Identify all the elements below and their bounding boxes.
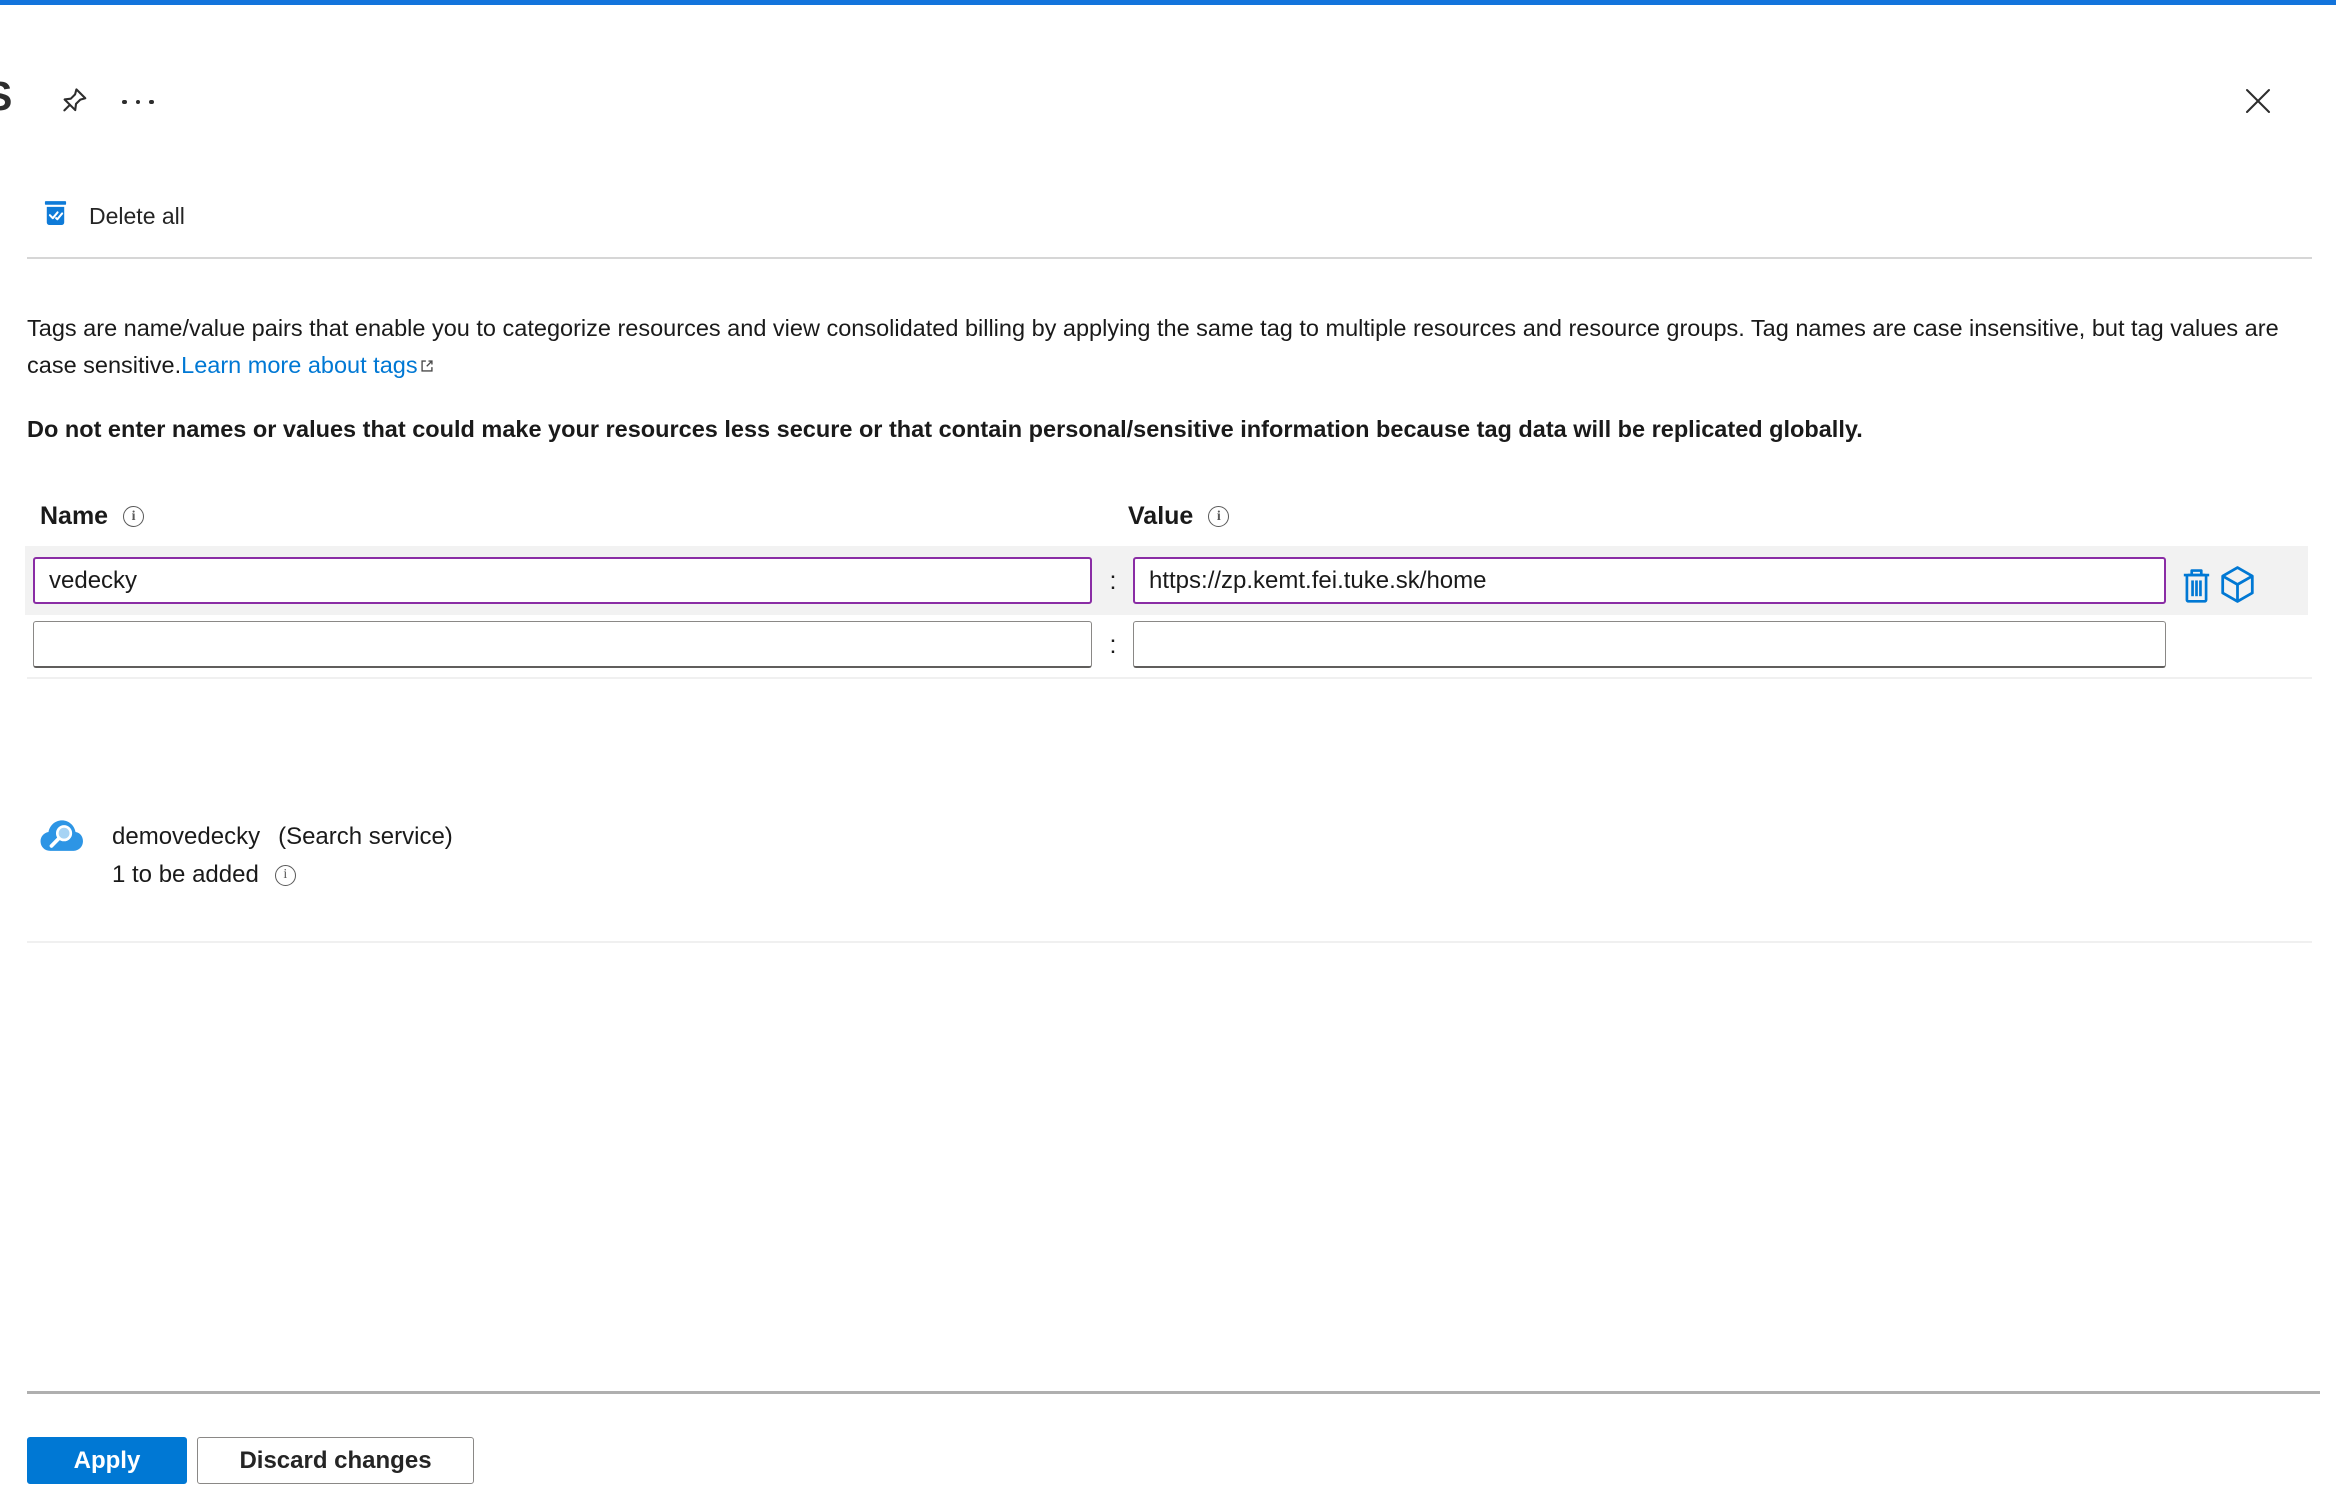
name-info-icon[interactable] [123,506,145,527]
discard-changes-button[interactable]: Discard changes [197,1437,474,1484]
close-button[interactable] [2236,80,2280,124]
resource-name: demovedecky [112,823,261,850]
tag-name-input[interactable] [33,557,1092,604]
delete-all-icon [44,199,67,233]
new-tag-name-input[interactable] [33,621,1092,668]
footer-divider [27,1391,2320,1394]
resource-divider [27,941,2312,943]
top-accent-bar [0,0,2336,5]
resource-item: demovedecky (Search service) [112,823,453,851]
new-tag-value-input[interactable] [1133,621,2166,668]
trash-icon [2181,569,2212,609]
key-value-separator: : [1109,567,1117,595]
resource-status: 1 to be added [112,861,259,888]
pin-button[interactable] [53,82,93,126]
close-icon [2243,86,2273,119]
external-link-icon [419,348,435,385]
pane-title-fragment: S [0,73,12,119]
delete-all-button[interactable]: Delete all [44,199,185,233]
key-value-separator: : [1109,631,1117,659]
more-icon [122,99,154,105]
status-info-icon[interactable] [274,864,296,886]
toolbar-divider [27,257,2312,259]
cube-icon [2219,566,2256,609]
tag-value-input[interactable] [1133,557,2166,604]
pin-icon [56,84,90,125]
tags-description: Tags are name/value pairs that enable yo… [27,310,2323,385]
search-service-icon [39,817,84,861]
rows-divider [27,677,2312,679]
resource-type: (Search service) [278,823,453,850]
security-warning: Do not enter names or values that could … [27,416,1863,442]
resource-status-line: 1 to be added [112,861,296,889]
apply-button[interactable]: Apply [27,1437,187,1484]
delete-all-label: Delete all [89,202,185,229]
tags-pane: S Delete all [0,0,2336,1512]
more-button[interactable] [116,84,160,120]
learn-more-link[interactable]: Learn more about tags [181,352,434,378]
tag-resources-button[interactable] [2219,563,2256,609]
name-column-header: Name [40,502,145,531]
value-info-icon[interactable] [1208,506,1230,527]
delete-tag-button[interactable] [2181,565,2212,609]
value-column-header: Value [1128,502,1230,531]
